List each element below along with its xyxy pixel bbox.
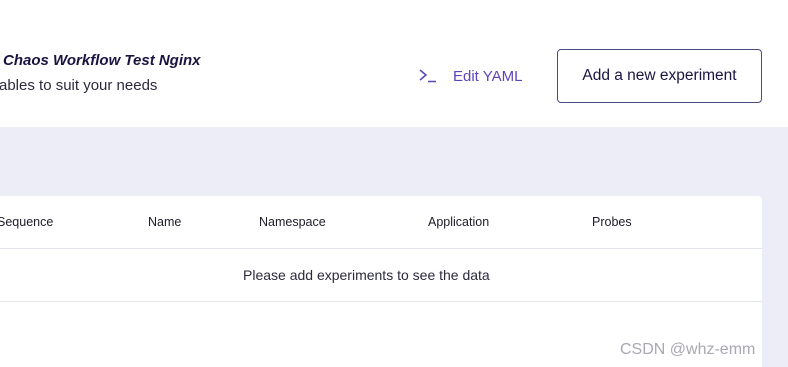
terminal-icon [419,68,437,84]
column-header-name[interactable]: Name [148,215,181,229]
table-empty-row: Please add experiments to see the data [0,249,762,302]
column-header-sequence[interactable]: Sequence [0,215,53,229]
workflow-title: Chaos Workflow Test Nginx [3,52,201,69]
column-header-namespace[interactable]: Namespace [259,215,326,229]
add-experiment-button[interactable]: Add a new experiment [557,49,762,103]
column-header-probes[interactable]: Probes [592,215,632,229]
edit-yaml-button[interactable]: Edit YAML [419,64,522,88]
page-header: Chaos Workflow Test Nginx ables to suit … [0,0,788,127]
empty-table-message: Please add experiments to see the data [243,267,490,283]
column-header-application[interactable]: Application [428,215,489,229]
edit-yaml-label: Edit YAML [453,67,523,85]
workflow-subtitle: ables to suit your needs [0,77,158,94]
watermark: CSDN @whz-emm [620,341,756,358]
table-header-row: Sequence Name Namespace Application Prob… [0,196,762,249]
